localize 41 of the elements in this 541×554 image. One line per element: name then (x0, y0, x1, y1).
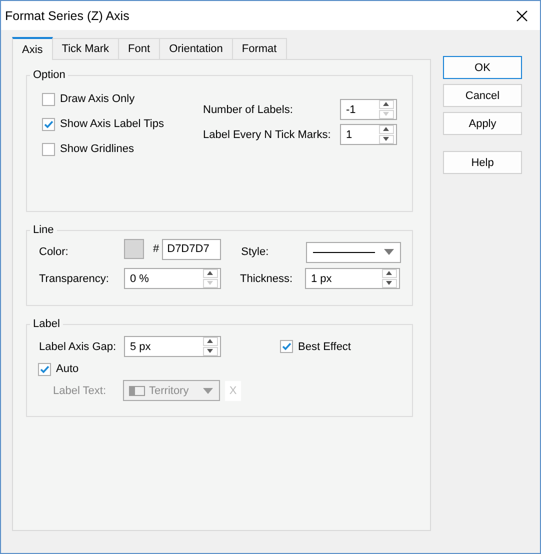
checkbox[interactable] (280, 340, 293, 353)
group-title: Label (32, 318, 61, 330)
hash-sign: # (153, 243, 160, 255)
spin-field[interactable]: 5 px (124, 336, 221, 357)
checkbox[interactable] (42, 118, 55, 130)
tab[interactable]: Axis (12, 37, 53, 60)
color-swatch[interactable] (124, 239, 144, 259)
dialog-button[interactable]: Apply (443, 112, 522, 135)
checkbox[interactable] (42, 92, 55, 106)
field-label: Label Text: (52, 384, 108, 396)
spin-field[interactable]: 0 % (124, 268, 221, 289)
dialog-button[interactable]: OK (443, 56, 522, 79)
spin-field[interactable]: 1 px (305, 268, 400, 289)
window-title: Format Series (Z) Axis (5, 8, 130, 22)
checkbox-label: Auto (56, 363, 79, 375)
field-label: Style: (241, 246, 270, 258)
line-style-dropdown[interactable] (306, 242, 402, 262)
field-label: Number of Labels: (203, 104, 294, 116)
group-title: Line (32, 224, 55, 236)
field-label: Label Every N Tick Marks: (203, 128, 332, 140)
tab[interactable]: Format (232, 38, 287, 59)
checkbox-label: Draw Axis Only (60, 93, 135, 105)
close-icon[interactable] (516, 10, 528, 22)
field-label: Thickness: (240, 272, 294, 284)
checkbox-label: Best Effect (298, 340, 351, 352)
field-icon (129, 386, 145, 396)
field-label: Label Axis Gap: (38, 340, 118, 352)
group-title: Option (32, 69, 66, 81)
spin-field[interactable]: -1 (340, 99, 397, 120)
spin-field[interactable]: 1 (340, 124, 397, 145)
checkbox-label: Show Gridlines (60, 143, 134, 155)
dialog-button[interactable]: Cancel (443, 84, 522, 107)
color-hex-field[interactable]: D7D7D7 (162, 238, 222, 260)
caret-icon (203, 388, 213, 394)
checkbox[interactable] (38, 362, 51, 376)
field-label: Color: (38, 246, 70, 258)
dialog-button[interactable]: Help (443, 151, 522, 174)
caret-icon (384, 249, 394, 255)
checkbox[interactable] (42, 142, 55, 156)
checkbox-label: Show Axis Label Tips (60, 118, 164, 130)
field-label: Transparency: (38, 272, 110, 284)
